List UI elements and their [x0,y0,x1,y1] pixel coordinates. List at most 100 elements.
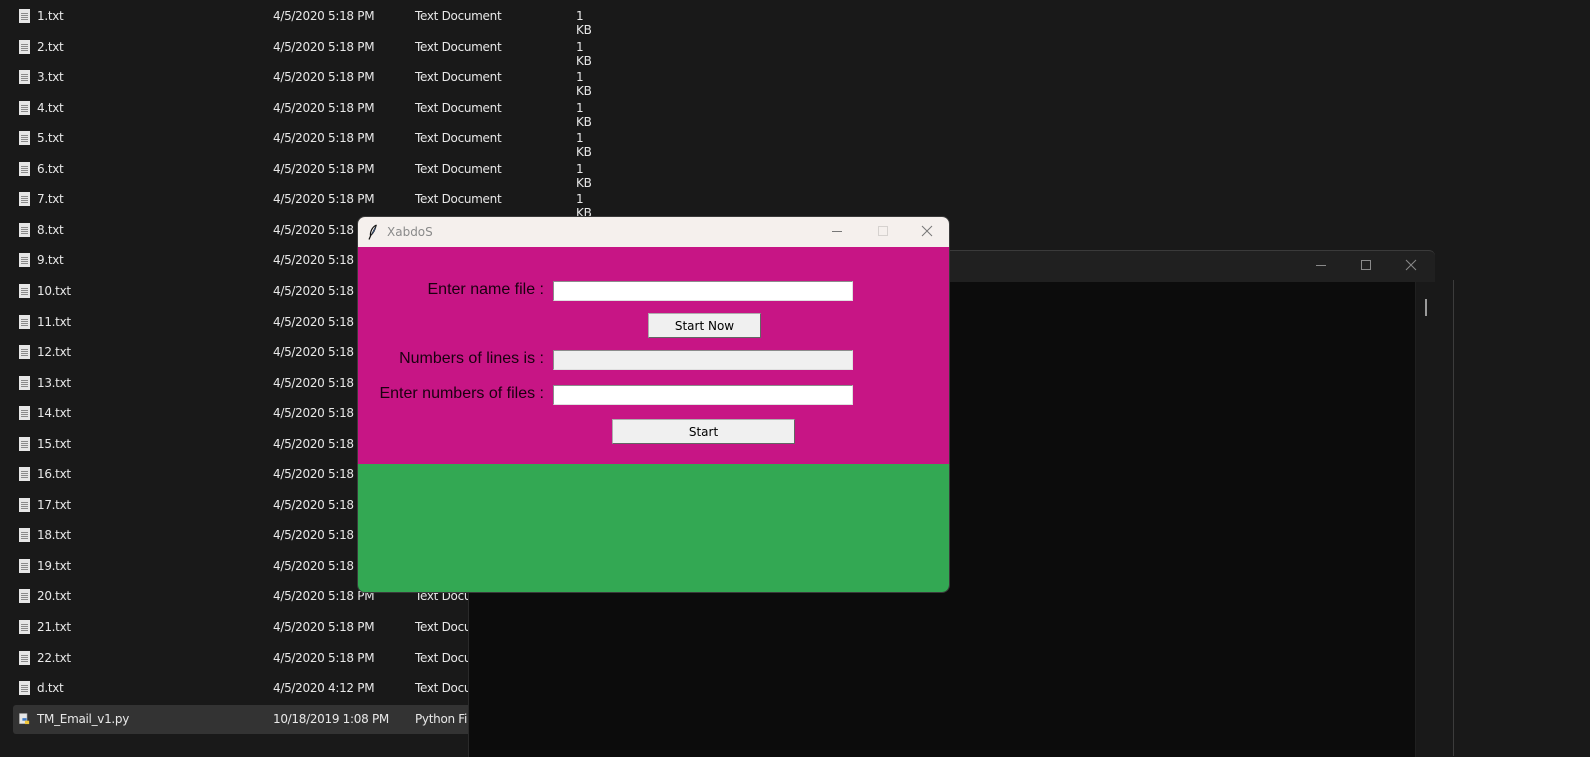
feather-icon [368,224,377,240]
file-row[interactable]: 5.txt 4/5/2020 5:18 PM Text Document 1 KB [13,124,592,159]
file-name: 9.txt [37,253,64,268]
file-row[interactable]: 2.txt 4/5/2020 5:18 PM Text Document 1 KB [13,33,592,68]
file-row[interactable]: TM_Email_v1.py 10/18/2019 1:08 PM Python F… [13,704,513,734]
text-document-icon [19,70,30,85]
start-button[interactable]: Start [612,419,795,444]
tk-close-button[interactable] [904,217,949,247]
file-row[interactable]: 4.txt 4/5/2020 5:18 PM Text Document 1 KB [13,94,592,129]
text-document-icon [19,283,30,298]
text-document-icon [19,253,30,268]
file-size: 1 KB [576,9,592,37]
top-frame: Enter name file : Start Now Numbers of l… [358,247,949,464]
file-row[interactable]: 21.txt 4/5/2020 5:18 PM Text Docur [13,613,476,642]
file-row[interactable]: 22.txt 4/5/2020 5:18 PM Text Docur [13,644,476,673]
file-date: 4/5/2020 5:18 PM [273,9,375,23]
file-name: 17.txt [37,497,71,512]
file-name: 13.txt [37,375,71,390]
text-document-icon [19,467,30,482]
file-name: 2.txt [37,39,64,54]
terminal-minimize-button[interactable] [1298,251,1344,281]
file-name: 1.txt [37,9,64,23]
file-name: TM_Email_v1.py [37,711,130,726]
close-icon [1405,259,1417,271]
file-name: 7.txt [37,192,64,207]
divider [1453,280,1454,756]
text-document-icon [19,131,30,146]
file-name: 5.txt [37,131,64,146]
python-file-icon [19,712,30,724]
tk-app-window[interactable]: XabdoS Enter name file : Start Now Numbe… [358,217,949,592]
minimize-icon [832,231,842,232]
text-document-icon [19,528,30,543]
maximize-icon [878,226,888,236]
terminal-scrollbar[interactable] [1416,282,1435,757]
tk-maximize-button[interactable] [860,217,905,247]
file-row[interactable]: 6.txt 4/5/2020 5:18 PM Text Document 1 KB [13,155,592,190]
text-document-icon [19,589,30,604]
file-name: 20.txt [37,589,71,604]
window-title: XabdoS [387,225,433,239]
file-name: d.txt [37,681,64,696]
file-type: Text Docur [415,650,476,665]
bottom-frame [358,464,949,592]
text-document-icon [19,681,30,696]
text-document-icon [19,345,30,360]
file-name: 14.txt [37,406,71,421]
file-row[interactable]: 3.txt 4/5/2020 5:18 PM Text Document 1 KB [13,63,592,98]
file-size: 1 KB [576,39,592,68]
file-name: 12.txt [37,345,71,360]
minimize-icon [1316,265,1326,266]
file-date: 4/5/2020 5:18 PM [273,39,375,54]
file-date: 4/5/2020 5:18 PM [273,620,375,634]
start-now-button[interactable]: Start Now [648,313,761,338]
num-files-label: Enter numbers of files : [379,385,544,402]
name-file-input[interactable] [553,281,853,301]
lines-label: Numbers of lines is : [399,350,544,367]
file-type: Text Document [415,192,502,207]
file-date: 4/5/2020 5:18 PM [273,161,375,176]
file-type: Text Document [415,100,502,115]
tk-titlebar[interactable]: XabdoS [358,217,949,247]
file-date: 10/18/2019 1:08 PM [273,711,389,726]
text-document-icon [19,161,30,176]
text-document-icon [19,497,30,512]
num-files-input[interactable] [553,385,853,405]
scrollbar-thumb[interactable] [1425,299,1427,316]
text-document-icon [19,375,30,390]
file-type: Text Document [415,70,502,85]
tk-minimize-button[interactable] [815,217,860,247]
text-document-icon [19,650,30,665]
terminal-close-button[interactable] [1388,251,1434,281]
file-type: Text Document [415,131,502,146]
file-name: 8.txt [37,222,64,237]
text-document-icon [19,406,30,421]
text-document-icon [19,620,30,634]
file-date: 4/5/2020 5:18 PM [273,131,375,146]
file-type: Text Docur [415,620,476,634]
file-date: 4/5/2020 4:12 PM [273,681,375,696]
file-date: 4/5/2020 5:18 PM [273,70,375,85]
file-row[interactable]: 1.txt 4/5/2020 5:18 PM Text Document 1 KB [13,2,592,37]
file-name: 10.txt [37,283,71,298]
text-document-icon [19,39,30,54]
file-name: 22.txt [37,650,71,665]
file-size: 1 KB [576,100,592,129]
file-name: 4.txt [37,100,64,115]
maximize-icon [1361,260,1371,270]
file-name: 18.txt [37,528,71,543]
file-name: 19.txt [37,558,71,573]
text-document-icon [19,192,30,207]
file-size: 1 KB [576,161,592,190]
file-row[interactable]: d.txt 4/5/2020 4:12 PM Text Docur [13,674,476,703]
file-type: Text Document [415,161,502,176]
name-file-label: Enter name file : [427,281,545,298]
terminal-maximize-button[interactable] [1343,251,1389,281]
file-date: 4/5/2020 5:18 PM [273,192,375,207]
text-document-icon [19,436,30,451]
lines-output-field[interactable] [553,350,853,370]
file-row[interactable]: 7.txt 4/5/2020 5:18 PM Text Document 1 KB [13,185,592,220]
text-document-icon [19,222,30,237]
file-type: Text Document [415,39,502,54]
file-name: 11.txt [37,314,71,329]
file-name: 21.txt [37,620,71,634]
